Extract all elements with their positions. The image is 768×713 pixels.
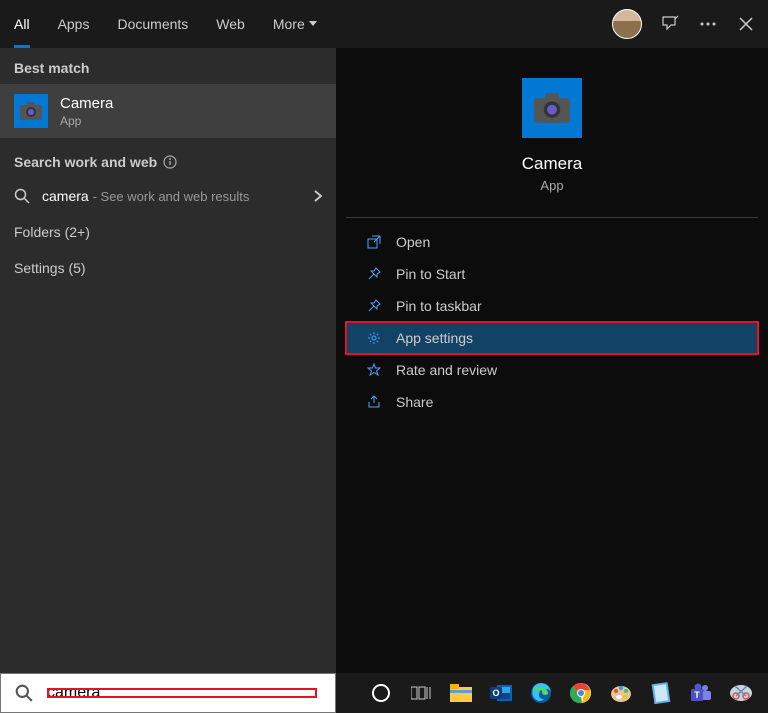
search-web-header-label: Search work and web — [14, 154, 157, 170]
tab-more-label: More — [273, 16, 305, 32]
search-hint: - See work and web results — [93, 189, 250, 204]
search-box[interactable] — [0, 673, 336, 713]
action-list: Open Pin to Start Pin to taskbar App set… — [346, 226, 758, 418]
taskbar: O T — [336, 673, 768, 713]
best-match-title: Camera — [60, 95, 113, 112]
results-panel: Best match Camera App Search work and we… — [0, 48, 336, 673]
camera-app-icon-large — [522, 78, 582, 138]
tab-web[interactable]: Web — [202, 0, 259, 48]
open-icon — [366, 234, 382, 250]
action-label: App settings — [396, 330, 473, 346]
edge-icon[interactable] — [528, 680, 554, 706]
top-right-controls — [612, 9, 756, 39]
user-avatar[interactable] — [612, 9, 642, 39]
search-input[interactable] — [47, 684, 317, 702]
task-view-icon[interactable] — [408, 680, 434, 706]
camera-app-icon — [14, 94, 48, 128]
action-app-settings[interactable]: App settings — [346, 322, 758, 354]
svg-text:T: T — [694, 690, 700, 700]
svg-text:O: O — [492, 688, 499, 698]
tab-documents[interactable]: Documents — [103, 0, 202, 48]
chevron-down-icon — [309, 21, 317, 27]
action-label: Pin to taskbar — [396, 298, 482, 314]
action-pin-taskbar[interactable]: Pin to taskbar — [346, 290, 758, 322]
best-match-subtitle: App — [60, 114, 113, 128]
info-icon — [163, 155, 177, 169]
chrome-icon[interactable] — [568, 680, 594, 706]
cortana-icon[interactable] — [368, 680, 394, 706]
close-icon[interactable] — [736, 14, 756, 34]
main-area: Best match Camera App Search work and we… — [0, 48, 768, 673]
search-query: camera — [42, 188, 89, 204]
action-share[interactable]: Share — [346, 386, 758, 418]
best-match-header: Best match — [0, 48, 336, 84]
feedback-icon[interactable] — [660, 14, 680, 34]
file-explorer-icon[interactable] — [448, 680, 474, 706]
divider — [346, 217, 758, 218]
action-pin-start[interactable]: Pin to Start — [346, 258, 758, 290]
action-rate-review[interactable]: Rate and review — [346, 354, 758, 386]
search-web-header: Search work and web — [0, 138, 336, 178]
share-icon — [366, 394, 382, 410]
top-bar: All Apps Documents Web More — [0, 0, 768, 48]
pin-icon — [366, 266, 382, 282]
snip-icon[interactable] — [728, 680, 754, 706]
action-label: Pin to Start — [396, 266, 465, 282]
notepad-icon[interactable] — [648, 680, 674, 706]
folders-section[interactable]: Folders (2+) — [0, 214, 336, 250]
best-match-item[interactable]: Camera App — [0, 84, 336, 138]
action-label: Rate and review — [396, 362, 497, 378]
taskbar-area: O T — [0, 673, 768, 713]
tab-all[interactable]: All — [0, 0, 44, 48]
action-label: Share — [396, 394, 433, 410]
action-open[interactable]: Open — [346, 226, 758, 258]
preview-title: Camera — [522, 154, 582, 174]
more-options-icon[interactable] — [698, 14, 718, 34]
tab-apps[interactable]: Apps — [44, 0, 104, 48]
star-icon — [366, 362, 382, 378]
preview-header: Camera App — [346, 48, 758, 207]
settings-section[interactable]: Settings (5) — [0, 250, 336, 286]
search-icon — [15, 684, 33, 702]
outlook-icon[interactable]: O — [488, 680, 514, 706]
web-search-item[interactable]: camera - See work and web results — [0, 178, 336, 214]
preview-subtitle: App — [540, 178, 563, 193]
gear-icon — [366, 330, 382, 346]
teams-icon[interactable]: T — [688, 680, 714, 706]
preview-panel: Camera App Open Pin to Start Pin to task… — [336, 48, 768, 673]
tab-more[interactable]: More — [259, 0, 331, 48]
search-icon — [14, 188, 30, 204]
search-tabs: All Apps Documents Web More — [0, 0, 331, 48]
action-label: Open — [396, 234, 430, 250]
chevron-right-icon — [314, 190, 322, 202]
pin-taskbar-icon — [366, 298, 382, 314]
paint-icon[interactable] — [608, 680, 634, 706]
search-highlight-box — [43, 684, 321, 702]
best-match-text: Camera App — [60, 95, 113, 128]
